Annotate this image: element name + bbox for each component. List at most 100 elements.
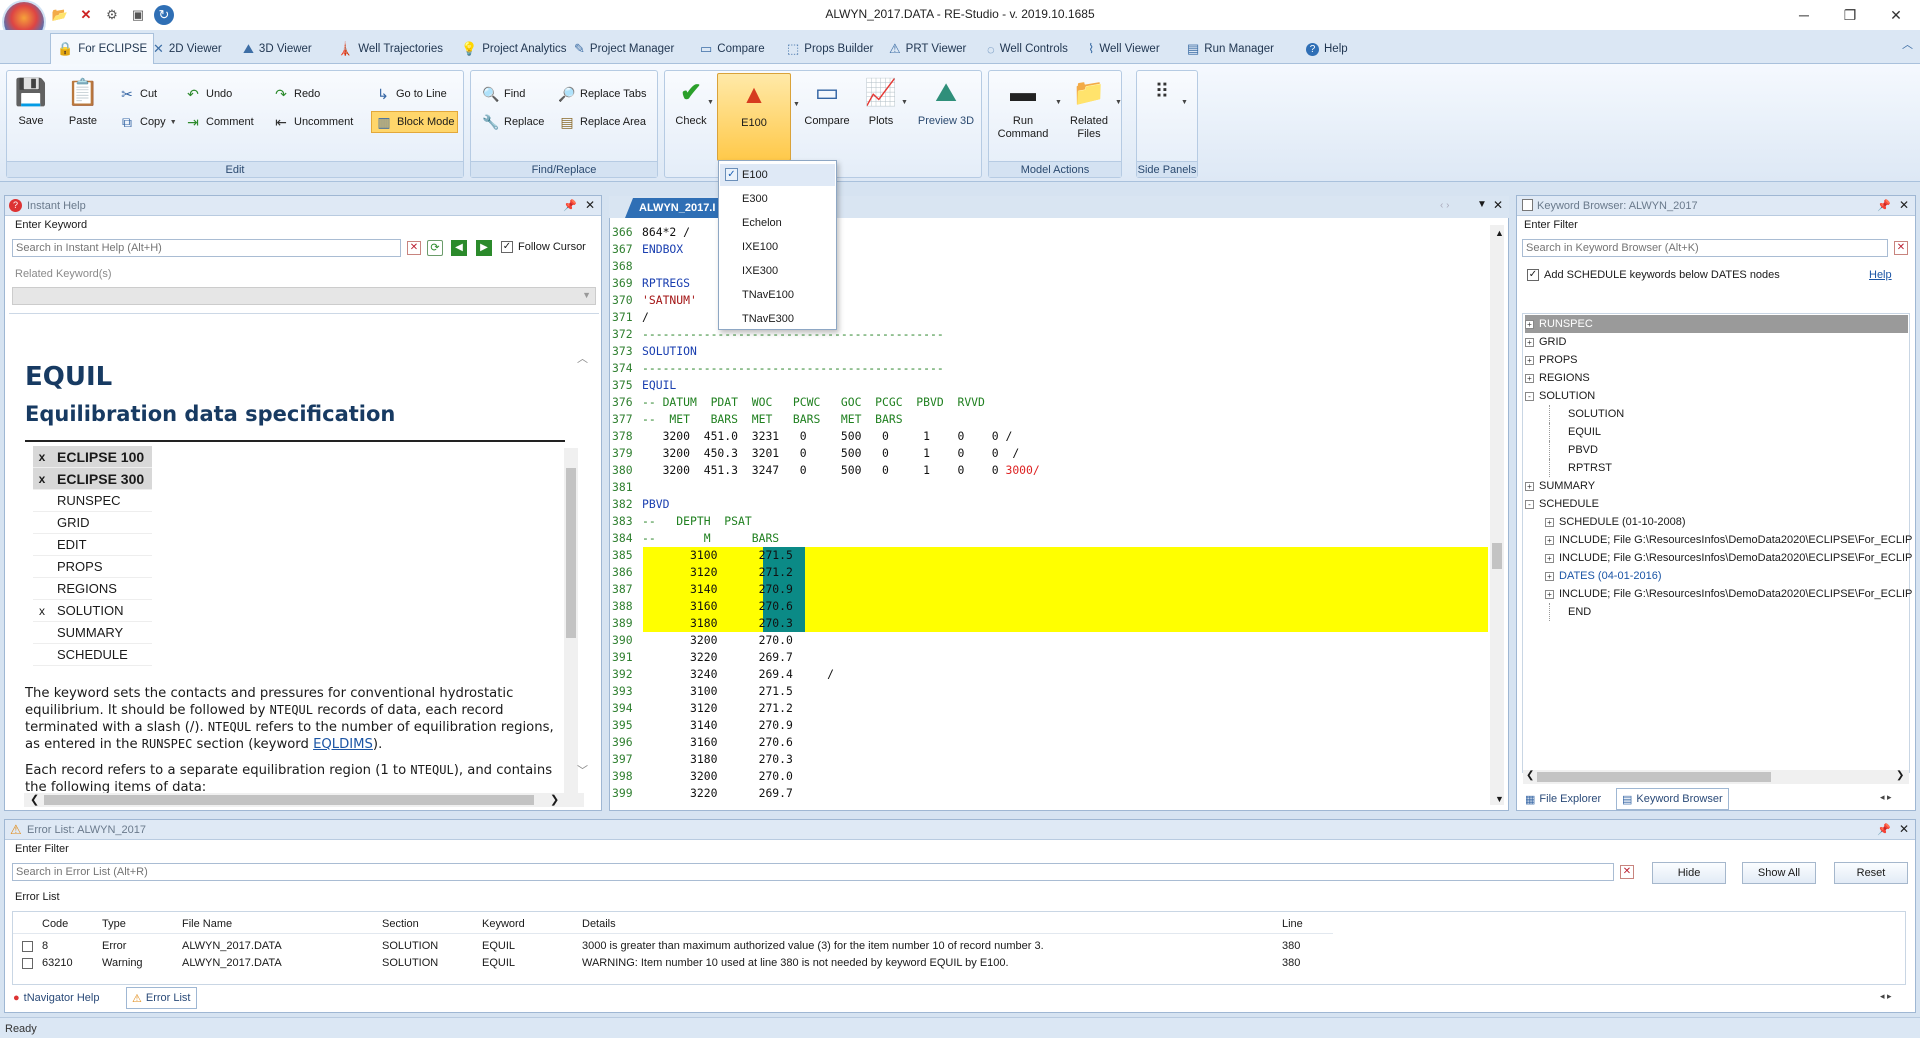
column-header-details[interactable]: Details <box>582 918 616 930</box>
help-h-scrollbar[interactable] <box>24 793 584 807</box>
scroll-right-icon[interactable]: ❯ <box>550 793 559 806</box>
tab-project-manager[interactable]: ✎ Project Manager <box>568 34 680 64</box>
scroll-right-icon[interactable]: ❯ <box>1896 770 1904 781</box>
code-line[interactable]: 367 ENDBOX <box>612 241 683 258</box>
tab-well-viewer[interactable]: ⌇ Well Viewer <box>1082 34 1166 64</box>
clear-search-icon[interactable]: ✕ <box>1894 241 1908 255</box>
close-panel-icon[interactable]: ✕ <box>1899 198 1909 212</box>
scroll-up-icon[interactable]: ▲ <box>1495 228 1504 238</box>
code-line[interactable]: 371 / <box>612 309 649 326</box>
uncomment-button[interactable]: ⇤ Uncomment <box>269 111 356 133</box>
tab-prev-icon[interactable]: ‹ › <box>1440 200 1449 211</box>
code-line[interactable]: 378 3200 451.0 3231 0 500 0 1 0 0 / <box>612 428 1012 445</box>
error-list-tab[interactable]: ⚠ Error List <box>126 987 197 1009</box>
code-line[interactable]: 386 3120 271.2 <box>612 564 793 581</box>
expand-icon[interactable]: + <box>1525 373 1534 383</box>
code-line[interactable]: 379 3200 450.3 3201 0 500 0 1 0 0 / <box>612 445 1019 462</box>
back-icon[interactable]: ◀ <box>451 240 467 256</box>
editor-scrollbar[interactable] <box>1490 225 1504 805</box>
menu-item-e300[interactable]: E300 <box>720 188 835 210</box>
code-line[interactable]: 396 3160 270.6 <box>612 734 793 751</box>
code-line[interactable]: 387 3140 270.9 <box>612 581 793 598</box>
find-button[interactable]: 🔍 Find <box>479 83 528 105</box>
copy-button[interactable]: ⧉ Copy ▼ <box>115 111 180 133</box>
menu-item-tnave300[interactable]: TNavE300 <box>720 308 835 330</box>
chevron-down-icon[interactable]: ▼ <box>1181 99 1188 106</box>
scroll-left-icon[interactable]: ❮ <box>30 793 39 806</box>
forward-icon[interactable]: ▶ <box>476 240 492 256</box>
chevron-down-icon[interactable]: ▼ <box>707 99 714 106</box>
undo-button[interactable]: ↶ Undo <box>181 83 235 105</box>
row-checkbox[interactable] <box>22 941 33 952</box>
tab-3d-viewer[interactable]: ⛰ 3D Viewer <box>237 34 318 64</box>
tab-project-analytics[interactable]: 💡 Project Analytics <box>455 34 573 64</box>
show-all-button[interactable]: Show All <box>1742 862 1816 884</box>
collapse-icon[interactable]: - <box>1525 499 1534 509</box>
tree-node-solution[interactable]: SOLUTION <box>1545 405 1624 423</box>
code-line[interactable]: 389 3180 270.3 <box>612 615 793 632</box>
menu-item-tnave100[interactable]: TNavE100 <box>720 284 835 306</box>
tree-node-solution[interactable]: - SOLUTION <box>1525 387 1595 405</box>
pin-icon[interactable]: 📌 <box>1877 199 1891 212</box>
tree-node-dates-04-01-2016[interactable]: + DATES (04-01-2016) <box>1545 567 1662 585</box>
compare-button[interactable]: ▭ Compare <box>799 75 855 128</box>
expand-icon[interactable]: + <box>1525 319 1534 329</box>
maximize-button[interactable]: ❐ <box>1827 0 1873 30</box>
code-line[interactable]: 398 3200 270.0 <box>612 768 793 785</box>
code-line[interactable]: 395 3140 270.9 <box>612 717 793 734</box>
clear-search-icon[interactable]: ✕ <box>1620 865 1634 879</box>
replace-button[interactable]: 🔧 Replace <box>479 111 547 133</box>
tree-node-grid[interactable]: + GRID <box>1525 333 1567 351</box>
expand-icon[interactable]: + <box>1525 337 1534 347</box>
code-line[interactable]: 399 3220 269.7 <box>612 785 793 802</box>
tab-help[interactable]: ? Help <box>1300 34 1354 64</box>
chevron-down-icon[interactable]: ▼ <box>901 99 908 106</box>
expand-icon[interactable]: + <box>1545 517 1554 527</box>
tree-h-scrollbar[interactable] <box>1523 770 1909 784</box>
code-line[interactable]: 376 -- DATUM PDAT WOC PCWC GOC PCGC PBVD … <box>612 394 985 411</box>
tree-node-props[interactable]: + PROPS <box>1525 351 1578 369</box>
tree-node-schedule[interactable]: - SCHEDULE <box>1525 495 1599 513</box>
eqldims-link[interactable]: EQLDIMS <box>313 737 373 752</box>
column-header-type[interactable]: Type <box>102 918 126 930</box>
menu-item-echelon[interactable]: Echelon <box>720 212 835 234</box>
tree-h-thumb[interactable] <box>1537 772 1771 782</box>
code-line[interactable]: 377 -- MET BARS MET BARS MET BARS <box>612 411 903 428</box>
expand-icon[interactable]: + <box>1545 535 1554 545</box>
column-header-file-name[interactable]: File Name <box>182 918 232 930</box>
file-explorer-tab[interactable]: ▦ File Explorer <box>1520 788 1606 810</box>
kb-help-link[interactable]: Help <box>1869 269 1892 281</box>
keyword-browser-tab[interactable]: ▤ Keyword Browser <box>1616 788 1729 810</box>
row-checkbox[interactable] <box>22 958 33 969</box>
related-keywords-select[interactable]: ▼ <box>12 287 596 305</box>
code-line[interactable]: 380 3200 451.3 3247 0 500 0 1 0 0 3000/ <box>612 462 1040 479</box>
close-window-button[interactable]: ✕ <box>1873 0 1919 30</box>
tab-props-builder[interactable]: ⬚ Props Builder <box>781 34 879 64</box>
tree-node-include-file-g-resources[interactable]: + INCLUDE; File G:\ResourcesInfos\DemoDat… <box>1545 531 1912 549</box>
code-line[interactable]: 394 3120 271.2 <box>612 700 793 717</box>
tab-for-eclipse[interactable]: 🔒 For ECLIPSE <box>50 33 155 64</box>
tnavigator-help-tab[interactable]: ● tNavigator Help <box>8 987 104 1009</box>
expand-icon[interactable]: + <box>1545 571 1554 581</box>
expand-icon[interactable]: + <box>1525 481 1534 491</box>
tree-node-include-file-g-resources[interactable]: + INCLUDE; File G:\ResourcesInfos\DemoDat… <box>1545 585 1912 603</box>
comment-button[interactable]: ⇥ Comment <box>181 111 257 133</box>
tree-node-include-file-g-resources[interactable]: + INCLUDE; File G:\ResourcesInfos\DemoDat… <box>1545 549 1912 567</box>
error-list-search-input[interactable] <box>12 863 1614 881</box>
reset-button[interactable]: Reset <box>1834 862 1908 884</box>
save-button[interactable]: 💾 Save <box>11 75 51 128</box>
column-header-code[interactable]: Code <box>42 918 68 930</box>
pin-icon[interactable]: 📌 <box>1877 823 1891 836</box>
expand-icon[interactable]: + <box>1545 553 1554 563</box>
scroll-thumb[interactable] <box>566 468 576 638</box>
editor-scroll-thumb[interactable] <box>1492 543 1502 569</box>
side-panels-button[interactable]: ⠿ <box>1141 75 1181 115</box>
menu-item-ixe100[interactable]: IXE100 <box>720 236 835 258</box>
code-line[interactable]: 369 RPTREGS <box>612 275 690 292</box>
scroll-up-icon[interactable]: ︿ <box>577 350 588 366</box>
expand-icon[interactable]: + <box>1525 355 1534 365</box>
code-line[interactable]: 388 3160 270.6 <box>612 598 793 615</box>
run-command-button[interactable]: ▬ Run Command <box>993 75 1053 141</box>
close-panel-icon[interactable]: ✕ <box>1899 822 1909 836</box>
tree-node-end[interactable]: END <box>1545 603 1591 621</box>
